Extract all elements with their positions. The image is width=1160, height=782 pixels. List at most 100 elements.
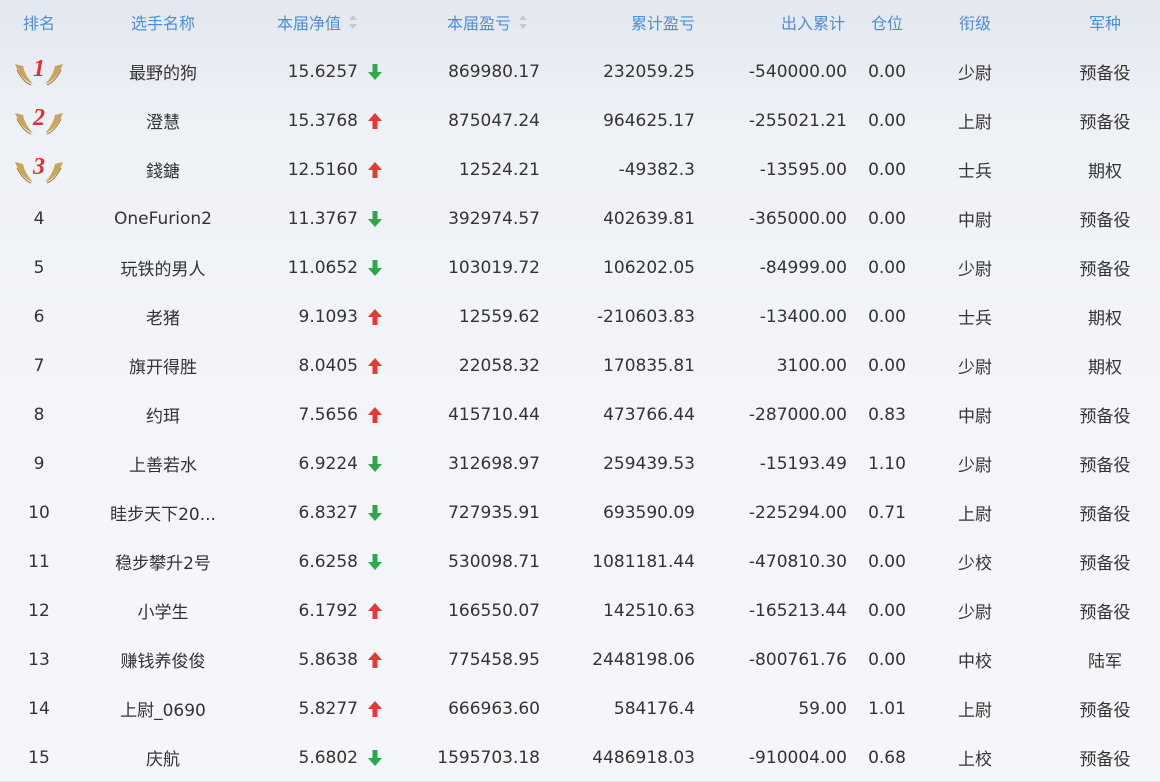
cell-pnl: 312698.97 [448,453,540,474]
cell-nav: 11.0652 [287,257,358,278]
cell-flow: -287000.00 [748,404,847,425]
cell-pnl: 22058.32 [458,355,540,376]
header-cum[interactable]: 累计盈亏 [600,0,695,44]
table-row[interactable]: 6 老猪 9.1093 12559.62 -210603.83 -13400.00 0.00… [0,292,1160,341]
cell-name[interactable]: 上善若水 [88,439,238,488]
sort-icon[interactable] [519,15,528,29]
header-cum-label: 累计盈亏 [630,14,695,33]
header-grade[interactable]: 衔级 [940,0,1010,44]
cell-name[interactable]: 最野的狗 [88,47,238,96]
table-row[interactable]: 7 旗开得胜 8.0405 22058.32 170835.81 3100.00 0.00 少… [0,341,1160,390]
table-row[interactable]: 8 约珥 7.5656 415710.44 473766.44 -287000.00 0.8… [0,390,1160,439]
cell-type: 预备役 [1079,701,1131,721]
header-position[interactable]: 仓位 [862,0,912,44]
header-pnl-label: 本届盈亏 [446,14,511,33]
cell-type: 预备役 [1079,603,1131,623]
header-nav[interactable]: 本届净值 [270,0,365,44]
table-row[interactable]: 9 上善若水 6.9224 312698.97 259439.53 -15193.49 1.… [0,439,1160,488]
cell-grade: 少尉 [958,603,992,623]
header-type-label: 军种 [1088,14,1121,33]
table-row[interactable]: 15 庆航 5.6802 1595703.18 4486918.03 -910004.00… [0,733,1160,782]
cell-type: 陆军 [1088,652,1122,672]
table-row[interactable]: 5 玩铁的男人 11.0652 103019.72 106202.05 -84999.00… [0,243,1160,292]
rank-medal: 1 [0,47,78,96]
cell-position: 0.00 [868,110,906,131]
table-row[interactable]: 1 最野的狗 15.6257 869980.17 232059.25 -540000.00… [0,47,1160,96]
cell-position: 0.83 [868,404,906,425]
cell-name[interactable]: 约珥 [88,390,238,439]
cell-name[interactable]: OneFurion2 [88,194,238,243]
cell-rank: 7 [33,355,45,376]
arrow-down-icon [364,243,386,292]
cell-flow: -800761.76 [748,649,847,670]
cell-grade: 上尉 [958,505,992,525]
cell-flow: -165213.44 [748,600,847,621]
cell-cum: 170835.81 [603,355,695,376]
cell-grade: 士兵 [958,162,992,182]
cell-grade: 少校 [958,554,992,574]
arrow-up-icon [364,292,386,341]
cell-nav: 6.6258 [298,551,358,572]
cell-position: 1.01 [868,698,906,719]
cell-name[interactable]: 赚钱养俊俊 [88,635,238,684]
cell-cum: -49382.3 [618,159,695,180]
header-flow[interactable]: 出入累计 [760,0,845,44]
cell-name[interactable]: 小学生 [88,586,238,635]
table-row[interactable]: 3 錢鎕 12.5160 12524.21 -49382.3 -13595.00 0.00 士… [0,145,1160,194]
cell-cum: 2448198.06 [592,649,695,670]
header-name[interactable]: 选手名称 [88,0,238,44]
cell-pnl: 12559.62 [458,306,540,327]
cell-name[interactable]: 錢鎕 [88,145,238,194]
cell-pnl: 869980.17 [448,61,540,82]
sort-icon[interactable] [349,15,358,29]
cell-type: 期权 [1088,309,1122,329]
cell-cum: 964625.17 [603,110,695,131]
wings-icon: 1 [11,54,67,90]
table-row[interactable]: 12 小学生 6.1792 166550.07 142510.63 -165213.44 0… [0,586,1160,635]
cell-cum: 1081181.44 [592,551,695,572]
cell-name[interactable]: 旗开得胜 [88,341,238,390]
header-pnl[interactable]: 本届盈亏 [430,0,545,44]
cell-flow: -13400.00 [759,306,847,327]
rank-number: 3 [33,153,45,180]
cell-rank: 6 [33,306,45,327]
table-row[interactable]: 10 眭步天下20... 6.8327 727935.91 693590.09 -2252… [0,488,1160,537]
table-row[interactable]: 14 上尉_0690 5.8277 666963.60 584176.4 59.00 1.0… [0,684,1160,733]
cell-name[interactable]: 眭步天下20... [88,488,238,537]
table-row[interactable]: 4 OneFurion2 11.3767 392974.57 402639.81 -365… [0,194,1160,243]
header-rank[interactable]: 排名 [0,0,78,44]
cell-position: 0.00 [868,600,906,621]
cell-name[interactable]: 老猪 [88,292,238,341]
cell-nav: 15.6257 [287,61,358,82]
cell-pnl: 727935.91 [448,502,540,523]
header-position-label: 仓位 [870,14,903,33]
cell-position: 0.00 [868,551,906,572]
cell-position: 0.00 [868,257,906,278]
cell-rank: 10 [28,502,50,523]
cell-cum: 693590.09 [603,502,695,523]
cell-rank: 8 [33,404,45,425]
cell-name[interactable]: 玩铁的男人 [88,243,238,292]
table-row[interactable]: 11 稳步攀升2号 6.6258 530098.71 1081181.44 -470810… [0,537,1160,586]
cell-flow: -225294.00 [748,502,847,523]
cell-position: 0.00 [868,208,906,229]
cell-nav: 8.0405 [298,355,358,376]
cell-pnl: 166550.07 [448,600,540,621]
arrow-down-icon [364,47,386,96]
arrow-up-icon [364,145,386,194]
header-name-label: 选手名称 [130,14,195,33]
header-type[interactable]: 军种 [1060,0,1150,44]
table-row[interactable]: 13 赚钱养俊俊 5.8638 775458.95 2448198.06 -800761.… [0,635,1160,684]
arrow-up-icon [364,635,386,684]
cell-nav: 12.5160 [287,159,358,180]
cell-pnl: 775458.95 [448,649,540,670]
cell-name[interactable]: 庆航 [88,733,238,782]
table-row[interactable]: 2 澄慧 15.3768 875047.24 964625.17 -255021.21 0.… [0,96,1160,145]
cell-type: 预备役 [1079,456,1131,476]
cell-name[interactable]: 稳步攀升2号 [88,537,238,586]
cell-type: 预备役 [1079,407,1131,427]
cell-name[interactable]: 澄慧 [88,96,238,145]
arrow-up-icon [364,390,386,439]
cell-name[interactable]: 上尉_0690 [88,684,238,733]
arrow-down-icon [364,194,386,243]
